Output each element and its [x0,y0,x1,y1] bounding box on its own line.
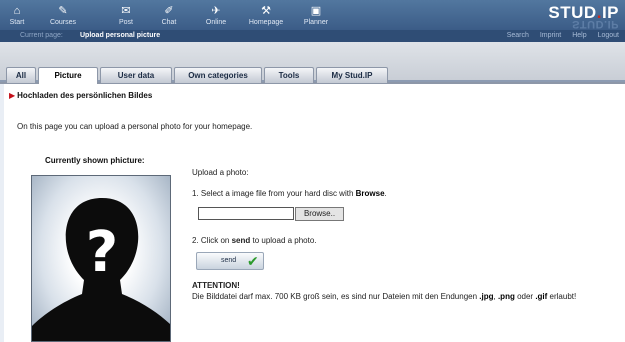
header-links: Search Imprint Help Logout [498,31,619,41]
send-button[interactable]: send ✔ [196,252,264,270]
nav-chat[interactable]: ✐ Chat [154,0,184,30]
attention-text: Die Bilddatei darf max. 700 KB groß sein… [192,292,576,302]
send-button-label: send [221,257,237,264]
attention-prefix: Die Bilddatei darf max. 700 KB groß sein… [192,292,480,301]
courses-icon: ✎ [58,5,68,17]
section-title-text: Hochladen des persönlichen Bildes [17,91,153,100]
nav-online[interactable]: ✈ Online [199,0,233,30]
step-two-bold: send [231,236,251,245]
ext-gif: .gif [535,292,548,301]
step-one-bold: Browse [355,189,385,198]
step-one-prefix: 1. Select a image file from your hard di… [192,189,356,198]
studip-logo[interactable]: STUD.IP STUD.IP [519,4,619,31]
step-two-suffix: to upload a photo. [250,236,317,245]
logo-reflection: STUD.IP [572,18,619,30]
search-link[interactable]: Search [507,32,529,39]
tools-icon: ⚒ [261,5,271,17]
current-picture-title: Currently shown phicture: [45,156,145,165]
tab-user-data[interactable]: User data [100,67,172,83]
browse-button[interactable]: Browse.. [295,207,344,221]
nav-start[interactable]: ⌂ Start [2,0,32,30]
logout-link[interactable]: Logout [598,32,619,39]
upload-photo-title: Upload a photo: [192,168,249,177]
intro-text: On this page you can upload a personal p… [17,122,253,131]
nav-planner[interactable]: ▣ Planner [298,0,334,30]
nav-post-label: Post [118,19,133,26]
attention-sep-two: oder [514,292,536,301]
help-link[interactable]: Help [572,32,586,39]
nav-courses-label: Courses [49,19,77,26]
current-page-label: Current page: [20,32,63,39]
nav-chat-label: Chat [161,19,177,26]
step-two-prefix: 2. Click on [192,236,232,245]
unknown-person-icon: ? [32,198,170,341]
step-one-text: 1. Select a image file from your hard di… [192,189,387,199]
nav-courses[interactable]: ✎ Courses [45,0,81,30]
checkmark-icon: ✔ [247,253,259,269]
current-page-title: Upload personal picture [80,32,161,39]
current-picture: ? [31,175,171,342]
tab-tools[interactable]: Tools [264,67,314,83]
mail-icon: ✉ [121,5,131,17]
left-margin-bar [0,84,4,342]
nav-homepage-label: Homepage [248,19,284,26]
online-icon: ✈ [211,5,221,17]
section-arrow-icon: ▶ [9,91,16,100]
ext-jpg: .jpg [479,292,494,301]
nav-start-label: Start [9,19,25,26]
attention-heading: ATTENTION! [192,281,240,290]
tab-picture[interactable]: Picture [38,67,98,84]
tab-own-categories[interactable]: Own categories [174,67,262,83]
nav-online-label: Online [205,19,227,26]
imprint-link[interactable]: Imprint [540,32,561,39]
step-two-text: 2. Click on send to upload a photo. [192,236,317,246]
top-navigation-bar: ⌂ Start ✎ Courses ✉ Post ✐ Chat ✈ Online… [0,0,625,30]
chat-icon: ✐ [164,5,174,17]
tab-my-studip[interactable]: My Stud.IP [316,67,388,83]
section-title: ▶ Hochladen des persönlichen Bildes [9,91,152,100]
step-one-suffix: . [384,189,387,198]
planner-icon: ▣ [310,5,322,17]
attention-suffix: erlaubt! [547,292,577,301]
nav-planner-label: Planner [303,19,329,26]
home-icon: ⌂ [13,5,21,17]
tab-all[interactable]: All [6,67,36,83]
file-path-input[interactable] [198,207,294,220]
ext-png: .png [497,292,515,301]
svg-text:?: ? [86,220,118,285]
nav-homepage[interactable]: ⚒ Homepage [243,0,289,30]
breadcrumb-bar: Current page: Upload personal picture Se… [0,30,625,42]
nav-post[interactable]: ✉ Post [111,0,141,30]
